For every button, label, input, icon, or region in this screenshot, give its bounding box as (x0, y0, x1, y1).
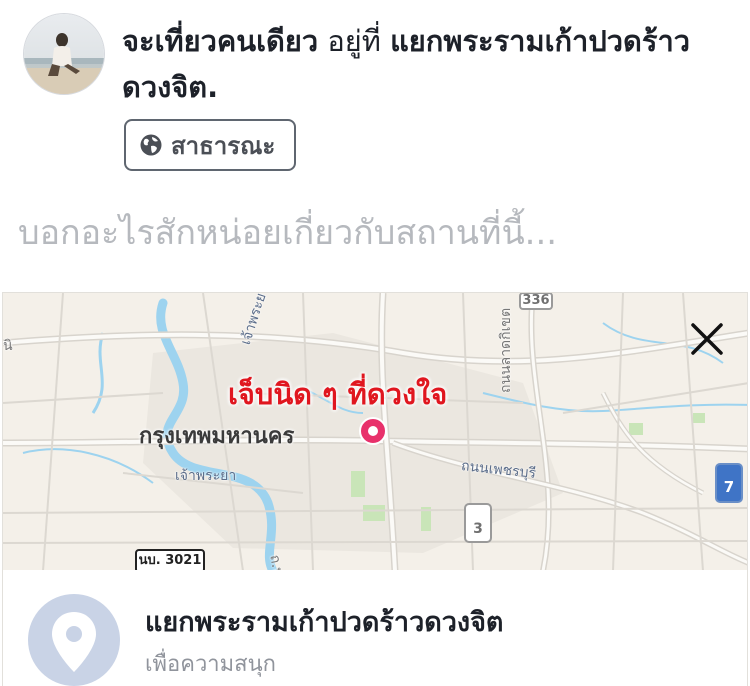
route-badge-336-label: 336 (522, 293, 550, 308)
map-pin-icon (52, 612, 96, 672)
privacy-selector-button[interactable]: สาธารณะ (124, 119, 296, 171)
route-badge-3021-label: นบ. 3021 (138, 553, 202, 568)
avatar-photo (24, 14, 104, 94)
place-icon-circle (28, 594, 120, 686)
globe-icon (140, 134, 162, 156)
route-badge-7: 7 (715, 463, 743, 503)
place-name[interactable]: แยกพระรามเก้าปวดร้าวดวงจิต (145, 600, 503, 643)
avatar[interactable] (24, 14, 104, 94)
post-status-text: จะเที่ยวคนเดียว อยู่ที่ แยกพระรามเก้าปวด… (122, 18, 732, 110)
city-label: กรุงเทพมหานคร (139, 424, 295, 449)
location-dot-icon (359, 417, 387, 445)
place-category: เพื่อความสนุก (145, 652, 276, 677)
privacy-label: สาธารณะ (171, 131, 276, 160)
route-badge-3021: นบ. 3021 (135, 549, 205, 570)
route-badge-3: 3 (464, 503, 492, 543)
status-prefix: จะเที่ยวคนเดียว (122, 24, 319, 58)
route-badge-336: 336 (519, 293, 553, 310)
route-badge-3-label: 3 (473, 521, 483, 537)
pin-callout-label: เจ็บนิด ๆ ที่ดวงใจ (228, 377, 448, 411)
place-card[interactable]: แยกพระรามเก้าปวดร้าวดวงจิต เพื่อความสนุก (2, 570, 748, 686)
composer-input[interactable]: บอกอะไรสักหน่อยเกี่ยวกับสถานที่นี้... (18, 208, 732, 258)
location-marker[interactable] (358, 416, 388, 446)
map-label-river-south: เจ้าพระยา (175, 468, 237, 484)
map-label-road-vertical: ถนนลาดกิเขต (498, 307, 514, 393)
status-at: อยู่ที่ (327, 24, 381, 58)
map-label-edge-left: นิ (3, 338, 13, 354)
check-in-composer: จะเที่ยวคนเดียว อยู่ที่ แยกพระรามเก้าปวด… (0, 0, 750, 686)
route-badge-7-label: 7 (723, 478, 735, 496)
close-icon (691, 323, 723, 355)
remove-map-button[interactable] (687, 319, 727, 359)
map-label-bottom-road: ถ.ทุ (266, 553, 286, 570)
